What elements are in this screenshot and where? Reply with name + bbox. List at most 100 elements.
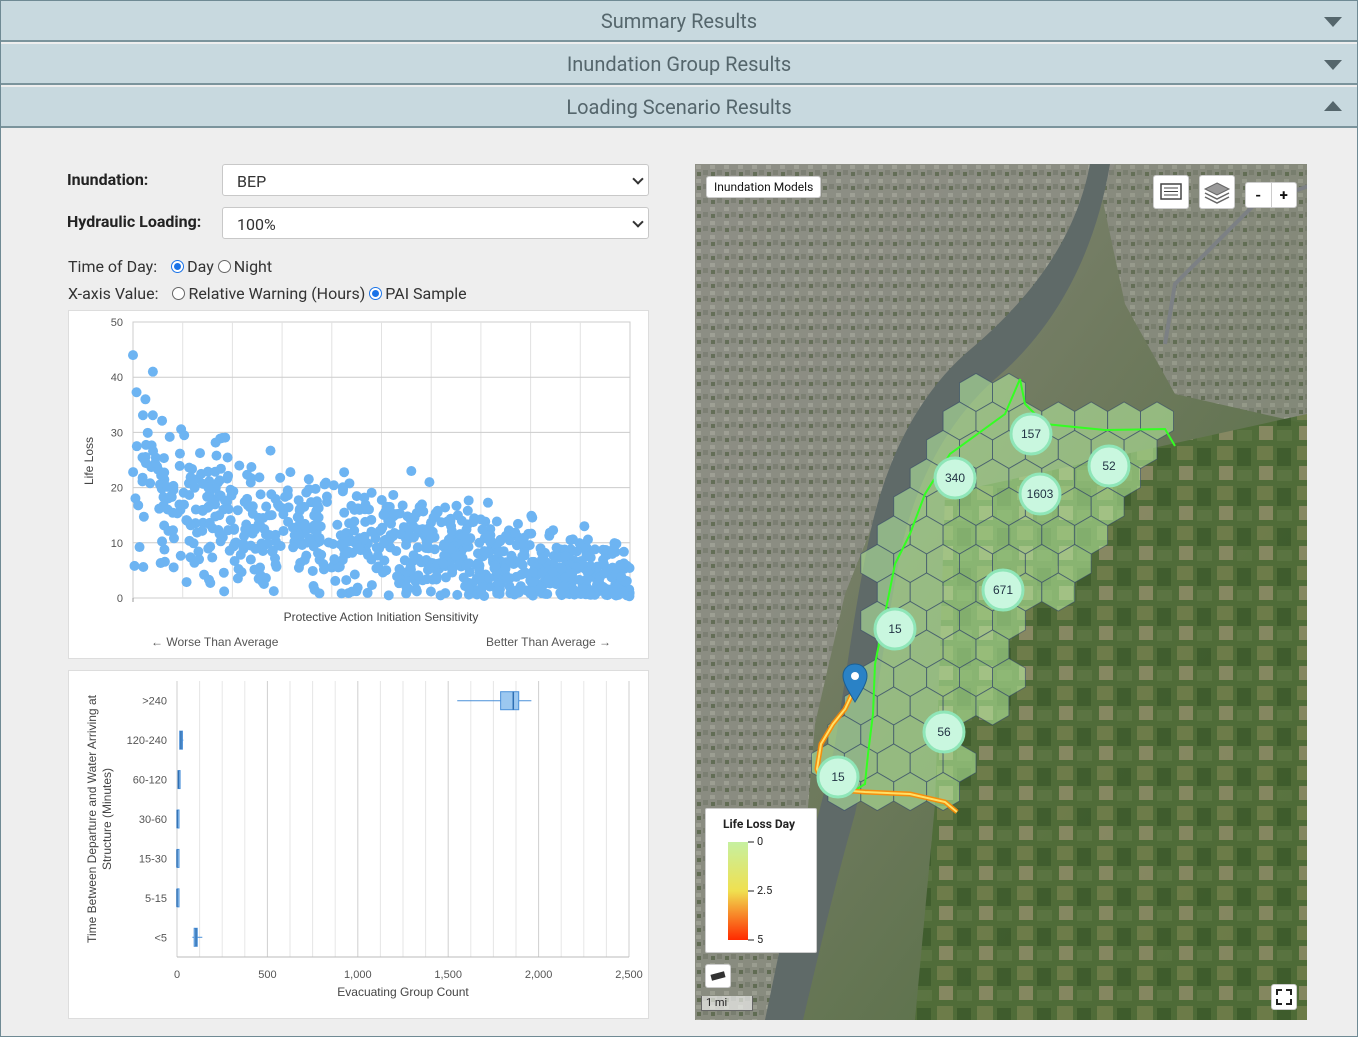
box-x-tick: 2,000 — [525, 969, 553, 981]
scatter-point — [411, 508, 422, 519]
inundation-select[interactable]: BEP — [222, 164, 649, 196]
scatter-point — [225, 484, 236, 495]
scatter-point — [185, 552, 196, 563]
night-radio-label[interactable]: Night — [234, 257, 272, 276]
box-category-label: <5 — [154, 932, 167, 944]
scatter-point — [133, 500, 144, 511]
scatter-point — [543, 575, 554, 586]
scatter-point — [195, 448, 206, 459]
day-radio[interactable] — [171, 260, 185, 273]
pai-sample-label[interactable]: PAI Sample — [385, 284, 466, 303]
scatter-point — [440, 572, 451, 583]
scatter-point — [219, 586, 230, 597]
zoom-in-button[interactable]: + — [1272, 183, 1297, 207]
scatter-point — [196, 468, 207, 479]
scatter-point — [405, 564, 416, 575]
summary-results-header[interactable]: Summary Results — [1, 1, 1357, 42]
box-x-tick: 2,500 — [615, 969, 643, 981]
scatter-point — [157, 536, 168, 547]
hydraulic-loading-select[interactable]: 100% — [222, 207, 649, 239]
scatter-point — [360, 516, 371, 527]
group-count-box-chart: >240 120-240 60-120 30-60 15-30 5-15 <5 0 500 1,… — [85, 681, 643, 999]
scatter-point — [278, 509, 289, 520]
cluster-count: 15 — [888, 622, 902, 636]
scatter-point — [205, 541, 216, 552]
scatter-point — [310, 483, 321, 494]
scatter-point — [141, 439, 152, 450]
scatter-point — [217, 432, 228, 443]
inundation-models-button[interactable]: Inundation Models — [706, 176, 822, 198]
box-category-label: 30-60 — [139, 814, 167, 826]
scatter-point — [309, 584, 320, 595]
scatter-point — [166, 492, 177, 503]
box-x-tick: 1,000 — [344, 969, 372, 981]
scatter-point — [464, 558, 475, 569]
scatter-point — [140, 458, 151, 469]
map-scale-bar: 1 mi — [701, 996, 753, 1011]
scatter-point — [607, 548, 618, 559]
measure-ruler-icon[interactable] — [705, 964, 731, 988]
scatter-point — [536, 554, 547, 565]
day-radio-label[interactable]: Day — [187, 257, 214, 276]
scatter-point — [204, 519, 215, 530]
scatter-point — [551, 542, 562, 553]
scatter-point — [346, 586, 357, 597]
scatter-point — [372, 550, 383, 561]
scatter-point — [147, 410, 158, 421]
box-category-label: >240 — [142, 696, 167, 708]
zoom-out-button[interactable]: - — [1246, 183, 1272, 207]
box-category-label: 120-240 — [127, 735, 167, 747]
scatter-point — [256, 538, 267, 549]
scatter-point — [332, 519, 343, 530]
scatter-point — [242, 500, 253, 511]
scatter-point — [492, 585, 503, 596]
scatter-point — [462, 505, 473, 516]
scatter-point — [353, 543, 364, 554]
scatter-point — [223, 504, 234, 515]
scatter-point — [207, 552, 218, 563]
cluster-count: 52 — [1102, 459, 1116, 473]
chevron-down-icon[interactable] — [1324, 60, 1342, 70]
scatter-point — [581, 574, 592, 585]
scatter-point — [401, 581, 412, 592]
scatter-point — [475, 514, 486, 525]
scatter-point — [336, 588, 347, 599]
relative-warning-label[interactable]: Relative Warning (Hours) — [188, 284, 365, 303]
inundation-group-results-header[interactable]: Inundation Group Results — [1, 44, 1357, 85]
time-of-day-label: Time of Day: — [68, 257, 158, 276]
chevron-up-icon[interactable] — [1324, 101, 1342, 111]
loading-scenario-results-header[interactable]: Loading Scenario Results — [1, 87, 1357, 128]
scatter-point — [524, 540, 535, 551]
scatter-point — [528, 576, 539, 587]
scatter-point — [366, 526, 377, 537]
life-loss-scatter-panel: Life Loss 0 10 20 30 40 50 Protective Action … — [68, 310, 649, 659]
night-radio[interactable] — [217, 260, 231, 273]
scatter-y-tick: 0 — [117, 593, 123, 605]
legend-tick-0: 0 — [757, 835, 764, 848]
scatter-point — [339, 549, 350, 560]
scatter-x-axis-label: Protective Action Initiation Sensitivity — [284, 610, 479, 624]
scatter-point — [318, 559, 329, 570]
chevron-down-icon[interactable] — [1324, 17, 1342, 27]
scatter-point — [473, 558, 484, 569]
scatter-point — [137, 410, 148, 421]
map-view[interactable]: 157 52 340 1603 671 15 56 15 Inundation Models … — [695, 164, 1307, 1020]
scatter-point — [247, 508, 258, 519]
scatter-point — [179, 430, 190, 441]
scatter-point — [299, 520, 310, 531]
scatter-point — [424, 477, 435, 488]
scatter-point — [411, 586, 422, 597]
scatter-point — [378, 509, 389, 520]
hydraulic-loading-value: 100% — [237, 215, 276, 234]
scatter-point — [616, 587, 627, 598]
scatter-point — [128, 350, 138, 361]
relative-warning-radio[interactable] — [172, 287, 186, 300]
fullscreen-icon[interactable] — [1271, 984, 1297, 1010]
list-icon[interactable] — [1153, 175, 1189, 209]
pai-sample-radio[interactable] — [369, 287, 383, 300]
scatter-point — [138, 562, 149, 573]
scatter-point — [293, 562, 304, 573]
scatter-point — [261, 501, 272, 512]
layers-icon[interactable] — [1199, 175, 1235, 209]
cluster-count: 671 — [993, 583, 1013, 597]
